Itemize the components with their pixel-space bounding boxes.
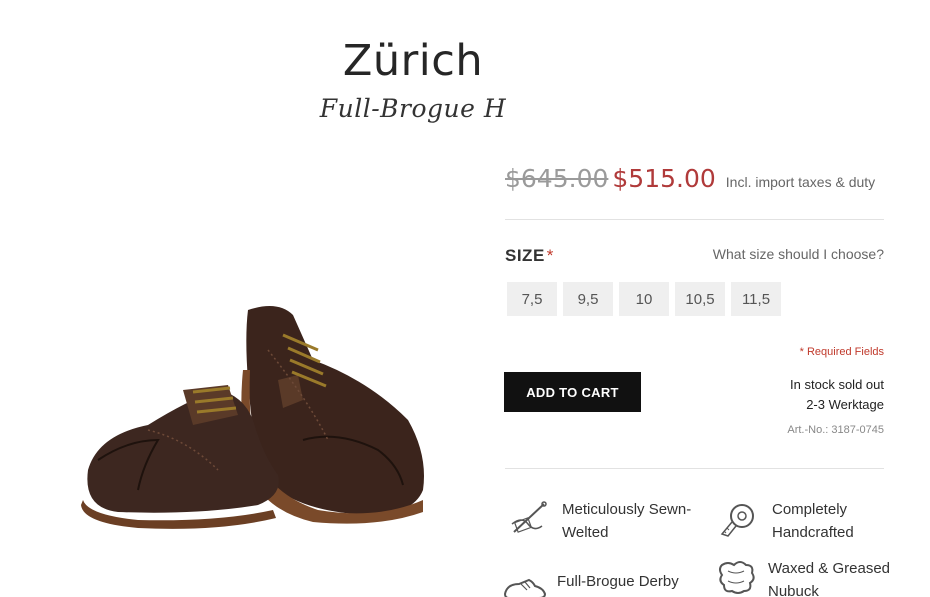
size-label: SIZE * [505,246,554,266]
feature-line: Handcrafted [772,524,854,541]
add-to-cart-button[interactable]: ADD TO CART [504,372,641,412]
size-option[interactable]: 7,5 [507,282,557,316]
feature-line: Full-Brogue Derby [557,573,679,590]
size-label-text: SIZE [505,246,545,265]
measuring-tape-icon [720,504,754,537]
article-number: Art.-No.: 3187-0745 [787,424,884,436]
size-guide-link[interactable]: What size should I choose? [713,246,884,262]
delivery-time: 2-3 Werktage [806,397,884,412]
product-subtitle: Full-Brogue H [319,94,507,123]
product-image [81,306,424,529]
sale-price: $515.00 [612,164,716,193]
divider [505,219,884,220]
feature-line: Completely [772,501,848,518]
leather-hide-icon [719,561,755,594]
availability: In stock sold out 2-3 Werktage [790,375,884,415]
needle-thread-icon [511,501,547,533]
feature-nubuck: Waxed & Greased Nubuck [714,557,890,597]
original-price: $645.00 [505,164,609,193]
price-row: $645.00 $515.00 Incl. import taxes & dut… [505,164,885,193]
size-option[interactable]: 9,5 [563,282,613,316]
stock-status: In stock sold out [790,377,884,392]
size-options: 7,5 9,5 10 10,5 11,5 [507,282,781,316]
required-fields-note: * Required Fields [799,346,884,358]
tax-note: Incl. import taxes & duty [725,174,876,190]
size-option[interactable]: 11,5 [731,282,781,316]
feature-line: Meticulously Sewn- [562,501,692,518]
feature-line: Waxed & Greased [768,560,890,577]
feature-line: Welted [562,524,609,541]
feature-full-brogue: Full-Brogue Derby [503,570,679,597]
feature-handcrafted: Completely Handcrafted [718,498,854,544]
feature-sewn-welted: Meticulously Sewn- Welted [508,498,691,544]
product-title: Zürich [342,36,484,86]
divider [505,468,884,469]
size-option[interactable]: 10,5 [675,282,725,316]
size-option[interactable]: 10 [619,282,669,316]
feature-line: Nubuck [768,583,819,597]
shoe-icon [503,578,547,597]
required-mark: * [546,246,554,265]
